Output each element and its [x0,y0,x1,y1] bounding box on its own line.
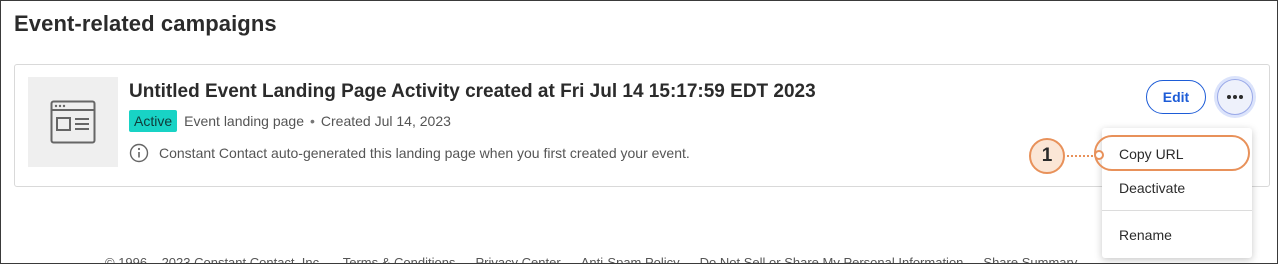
note-text: Constant Contact auto-generated this lan… [159,145,690,161]
edit-button[interactable]: Edit [1146,80,1206,114]
footer-link-do-not-sell[interactable]: Do Not Sell or Share My Personal Informa… [700,255,964,263]
app-frame: Event-related campaigns Untitled Event L… [0,0,1278,264]
status-badge: Active [129,110,178,132]
campaign-title[interactable]: Untitled Event Landing Page Activity cre… [129,81,816,103]
footer-link-share[interactable]: Share Summary [983,255,1077,263]
callout-connector [1067,155,1097,157]
menu-item-rename[interactable]: Rename [1119,227,1172,243]
landing-page-icon [50,100,96,144]
section-title: Event-related campaigns [14,11,277,36]
callout-connector-end [1094,150,1104,160]
menu-item-deactivate[interactable]: Deactivate [1119,180,1185,196]
menu-divider [1102,210,1252,211]
more-actions-button[interactable] [1217,79,1253,115]
callout-number: 1 [1029,138,1065,174]
campaign-meta: Active Event landing page • Created Jul … [129,110,451,132]
info-icon [129,143,149,163]
footer-link-antispam[interactable]: Anti-Spam Policy [581,255,680,263]
auto-generated-note: Constant Contact auto-generated this lan… [129,143,690,163]
campaign-card: Untitled Event Landing Page Activity cre… [14,64,1270,187]
meta-separator: • [310,113,315,129]
footer-copyright: © 1996 – 2023 Constant Contact, Inc. [105,255,323,264]
campaign-type: Event landing page [184,113,304,129]
footer-link-terms[interactable]: Terms & Conditions [343,255,456,263]
ellipsis-icon [1227,95,1243,99]
callout-highlight [1094,135,1250,171]
footer-links: © 1996 – 2023 Constant Contact, Inc. Ter… [105,255,1077,264]
campaign-thumbnail [28,77,118,167]
footer-link-privacy[interactable]: Privacy Center [475,255,560,263]
created-date: Created Jul 14, 2023 [320,113,451,129]
